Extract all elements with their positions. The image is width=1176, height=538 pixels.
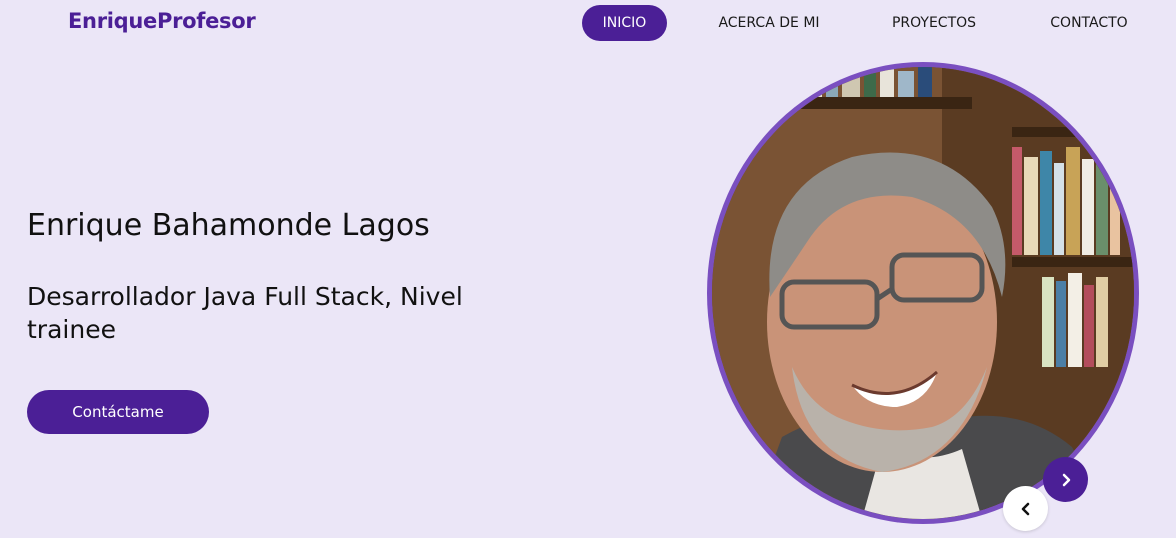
nav-item-acerca-de-mi[interactable]: ACERCA DE MI xyxy=(708,5,830,41)
profile-photo-frame xyxy=(707,62,1139,524)
profile-photo-illustration xyxy=(712,67,1134,519)
contact-button[interactable]: Contáctame xyxy=(27,390,209,434)
chevron-left-icon xyxy=(1021,502,1029,515)
nav-item-inicio[interactable]: INICIO xyxy=(582,5,667,41)
main-nav: INICIO ACERCA DE MI PROYECTOS CONTACTO xyxy=(0,5,1176,41)
nav-item-proyectos[interactable]: PROYECTOS xyxy=(881,5,987,41)
nav-item-contacto[interactable]: CONTACTO xyxy=(1038,5,1140,41)
carousel-next-button[interactable] xyxy=(1043,457,1088,502)
profile-photo xyxy=(712,67,1134,519)
hero-name: Enrique Bahamonde Lagos xyxy=(27,208,430,243)
hero-role: Desarrollador Java Full Stack, Nivel tra… xyxy=(27,282,463,344)
carousel-prev-button[interactable] xyxy=(1003,486,1048,531)
chevron-right-icon xyxy=(1062,473,1070,486)
